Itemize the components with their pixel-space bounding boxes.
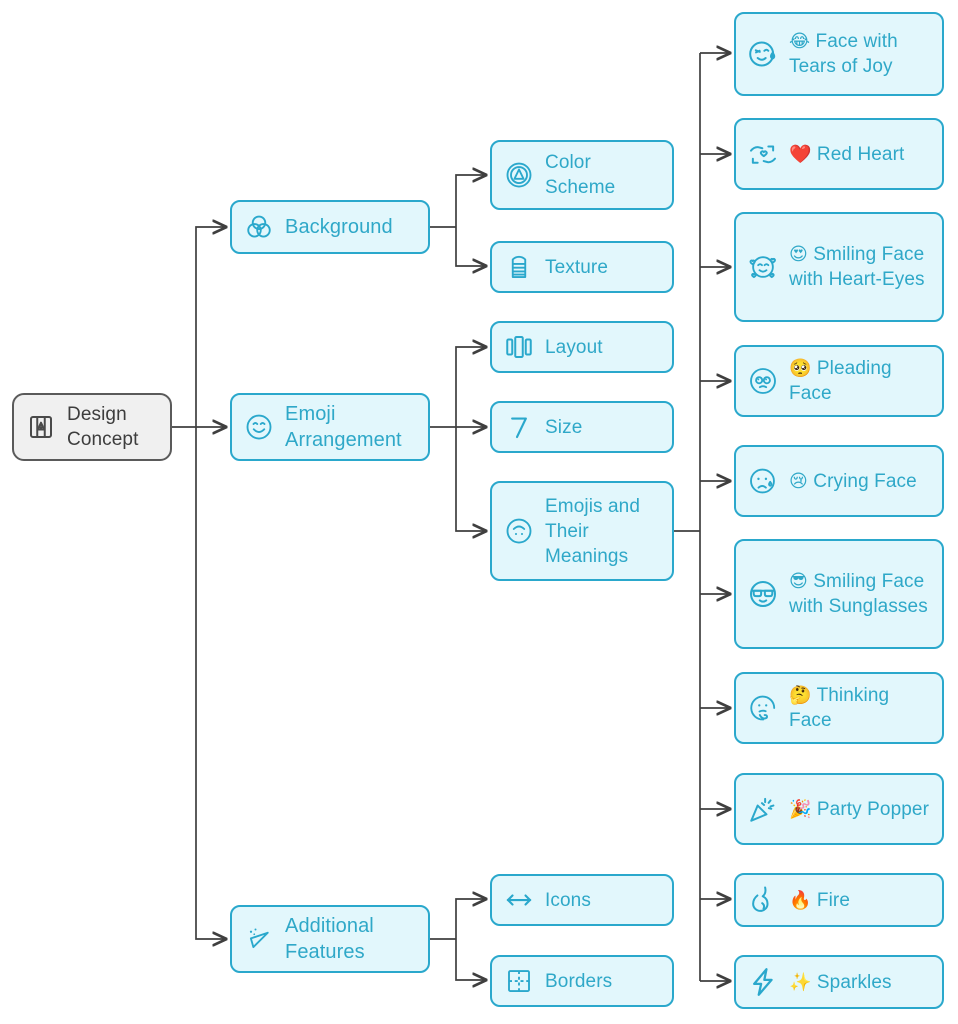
flame-outline-icon — [746, 883, 780, 917]
node-icons[interactable]: Icons — [490, 874, 674, 926]
leaf-label: 😂 Face with Tears of Joy — [789, 29, 932, 79]
leaf-text: Fire — [816, 889, 851, 911]
leaf-text: Smiling Face with Sunglasses — [789, 571, 928, 617]
fabric-vest-icon — [502, 250, 536, 284]
leaf-label: 🔥 Fire — [789, 888, 850, 913]
node-size[interactable]: Size — [490, 401, 674, 453]
emoji-glyph: 🤔 — [789, 685, 812, 706]
emoji-glyph: ❤️ — [789, 143, 812, 165]
node-layout[interactable]: Layout — [490, 321, 674, 373]
magic-wand-icon — [242, 922, 276, 956]
color-palette-circle-icon — [502, 158, 536, 192]
leaf-text: Sparkles — [816, 971, 892, 993]
face-outline-icon — [502, 514, 536, 548]
node-label: Design Concept — [67, 404, 139, 450]
emoji-glyph: 😂 — [789, 31, 811, 52]
leaf-text: Smiling Face with Heart-Eyes — [789, 244, 925, 290]
columns-layout-icon — [502, 330, 536, 364]
emoji-glyph: 😎 — [789, 571, 808, 592]
leaf-pleading-face[interactable]: 🥺 Pleading Face — [734, 345, 944, 417]
crying-laughing-face-outline-icon — [746, 37, 780, 71]
node-label: Borders — [545, 970, 613, 992]
emoji-glyph: 😢 — [789, 470, 808, 492]
smiley-face-icon — [242, 410, 276, 444]
emoji-glyph: 🎉 — [789, 798, 812, 820]
leaf-face-with-tears-of-joy[interactable]: 😂 Face with Tears of Joy — [734, 12, 944, 96]
node-texture[interactable]: Texture — [490, 241, 674, 293]
node-label: Layout — [545, 336, 603, 358]
leaf-text: Crying Face — [813, 470, 917, 492]
venn-circles-icon — [242, 210, 276, 244]
leaf-label: ✨ Sparkles — [789, 970, 892, 995]
node-design-concept[interactable]: Design Concept — [12, 393, 172, 461]
node-additional-features[interactable]: Additional Features — [230, 905, 430, 973]
leaf-label: 🎉 Party Popper — [789, 797, 929, 822]
leaf-label: 😍 Smiling Face with Heart-Eyes — [789, 242, 932, 292]
dashed-border-box-icon — [502, 964, 536, 998]
emoji-glyph: 🥺 — [789, 358, 812, 379]
pencil-sharpener-icon — [24, 410, 58, 444]
leaf-sparkles[interactable]: ✨ Sparkles — [734, 955, 944, 1009]
node-emoji-arrangement[interactable]: Emoji Arrangement — [230, 393, 430, 461]
party-popper-outline-icon — [746, 792, 780, 826]
node-label: Icons — [545, 889, 591, 911]
leaf-smiling-face-with-sunglasses[interactable]: 😎 Smiling Face with Sunglasses — [734, 539, 944, 649]
mindmap-canvas: Design Concept Background Emoji Arrangem… — [0, 0, 958, 1024]
leaf-fire[interactable]: 🔥 Fire — [734, 873, 944, 927]
leaf-thinking-face[interactable]: 🤔 Thinking Face — [734, 672, 944, 744]
emoji-glyph: 🔥 — [789, 889, 812, 911]
node-label: Background — [285, 216, 393, 238]
sunglasses-face-outline-icon — [746, 577, 780, 611]
leaf-label: 🤔 Thinking Face — [789, 683, 932, 733]
leaf-red-heart[interactable]: ❤️ Red Heart — [734, 118, 944, 190]
node-color-scheme[interactable]: Color Scheme — [490, 140, 674, 210]
node-label: Texture — [545, 256, 609, 278]
node-label: Additional Features — [285, 915, 374, 963]
node-label: Emoji Arrangement — [285, 403, 402, 451]
leaf-label: 😢 Crying Face — [789, 469, 917, 494]
leaf-label: ❤️ Red Heart — [789, 142, 904, 167]
emoji-glyph: 😍 — [789, 244, 808, 265]
leaf-label: 🥺 Pleading Face — [789, 356, 932, 406]
double-arrow-icon — [502, 883, 536, 917]
node-borders[interactable]: Borders — [490, 955, 674, 1007]
pleading-face-outline-icon — [746, 364, 780, 398]
heart-in-hands-icon — [746, 137, 780, 171]
node-emojis-and-their-meanings[interactable]: Emojis and Their Meanings — [490, 481, 674, 581]
node-label: Size — [545, 416, 583, 438]
leaf-label: 😎 Smiling Face with Sunglasses — [789, 569, 932, 619]
thinking-face-outline-icon — [746, 691, 780, 725]
crying-face-outline-icon — [746, 464, 780, 498]
leaf-text: Party Popper — [816, 798, 929, 820]
node-background[interactable]: Background — [230, 200, 430, 254]
face-with-hearts-outline-icon — [746, 250, 780, 284]
leaf-text: Red Heart — [816, 143, 905, 165]
emoji-glyph: ✨ — [789, 971, 812, 993]
leaf-smiling-face-with-heart-eyes[interactable]: 😍 Smiling Face with Heart-Eyes — [734, 212, 944, 322]
node-label: Color Scheme — [545, 152, 616, 198]
lightning-bolt-outline-icon — [746, 965, 780, 999]
leaf-party-popper[interactable]: 🎉 Party Popper — [734, 773, 944, 845]
leaf-crying-face[interactable]: 😢 Crying Face — [734, 445, 944, 517]
number-seven-icon — [502, 410, 536, 444]
node-label: Emojis and Their Meanings — [545, 495, 640, 567]
